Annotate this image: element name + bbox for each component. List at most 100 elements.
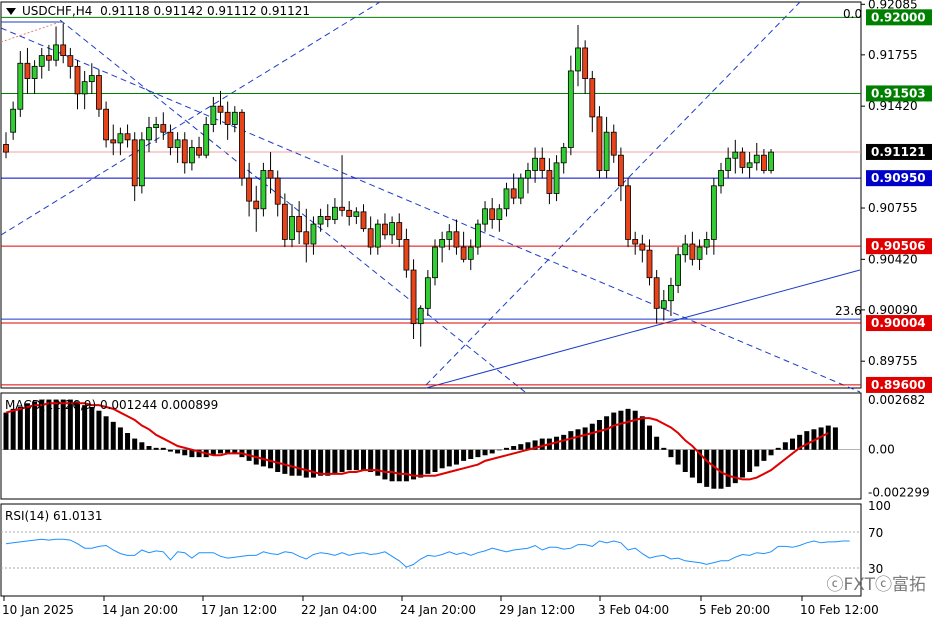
macd-bar [747,449,753,472]
symbol-header: USDCHF,H4 0.91118 0.91142 0.91112 0.9112… [6,4,310,18]
fxtm-watermark: ⓒFXTⓒ富拓 [826,575,926,595]
macd-bar [389,449,395,482]
time-tick-label: 3 Feb 04:00 [598,603,669,617]
candle [432,246,438,279]
candle [60,44,67,57]
macd-bar [318,449,324,476]
level-tag-label: 0.90004 [871,316,926,330]
candle [732,151,739,159]
candle [246,177,253,202]
candle [303,231,310,245]
time-tick-label: 24 Jan 20:00 [400,603,476,617]
candle [196,147,202,156]
candle [74,65,81,95]
macd-bar [739,449,745,478]
main-panel-frame [0,1,862,389]
macd-bar [425,449,431,474]
rsi-tick-label: 70 [868,526,883,540]
trendline [425,269,861,389]
candle [17,62,24,110]
candle [103,108,109,141]
candle [260,170,267,210]
macd-bar [268,449,274,469]
candle [761,154,767,171]
macd-bar [689,449,695,478]
macd-bar [589,423,595,450]
symbol-label: USDCHF,H4 [22,4,93,18]
trendline [0,27,861,393]
collapse-triangle-icon[interactable] [6,8,16,15]
candle [675,254,681,286]
macd-bar [704,449,710,487]
fib-corner-label: 0.0 [843,7,862,21]
candle [188,147,195,164]
candle [446,231,453,240]
macd-bar [339,449,345,472]
macd-bar [3,412,9,450]
candle [53,44,59,61]
candle [346,209,353,217]
macd-bar [17,407,23,450]
level-tag-label: 0.92000 [871,10,926,24]
candle [167,131,174,148]
candle [575,47,581,72]
macd-bar [103,416,109,450]
fib-level-label: 23.6 [835,304,862,318]
candle [353,211,360,217]
time-tick-label: 17 Jan 12:00 [201,603,277,617]
price-tick-label: 0.89755 [868,354,918,368]
rsi-title: RSI(14) 61.0131 [5,509,103,523]
candle [239,111,245,179]
candle [339,206,345,211]
candle [682,243,689,256]
macd-bar [625,408,631,450]
macd-bar [96,410,102,450]
macd-bar [647,425,652,450]
candle [610,131,617,156]
candle [203,124,210,156]
candle [739,151,746,168]
macd-bar [368,449,374,472]
candle [153,124,160,129]
candle [424,277,431,309]
macd-bar [289,449,295,476]
candle [367,228,374,248]
price-tick-label: 0.90755 [868,201,918,215]
candle [360,211,367,230]
macd-bar [167,449,173,452]
candle [67,55,74,67]
candle [660,300,667,309]
candle [317,216,324,225]
candle [174,139,181,148]
macd-tick-label: -0.002299 [868,485,930,499]
macd-bar [353,449,359,471]
candle [632,239,639,245]
candle [231,111,238,125]
macd-bar [439,449,445,469]
candle [768,151,774,171]
macd-bar [332,449,338,474]
candle [753,154,760,164]
candle [474,223,481,248]
macd-bar [489,449,495,454]
candle [117,133,124,144]
candle [3,144,9,153]
candle [746,162,753,168]
candle [496,208,503,220]
macd-bar [182,449,188,456]
macd-bar [432,449,438,472]
candle [503,188,510,210]
candle [546,170,553,194]
candle [718,170,724,187]
macd-tick-label: 0.00 [868,443,895,457]
price-tick-label: 0.90420 [868,252,918,266]
level-tag-label: 0.90950 [871,171,926,185]
candle [389,222,396,236]
macd-bar [604,416,610,450]
macd-bar [711,449,717,489]
macd-bar [382,449,388,480]
rsi-tick-label: 100 [868,499,891,513]
macd-bar [761,449,767,461]
candle [646,249,653,279]
macd-bar [375,449,381,476]
